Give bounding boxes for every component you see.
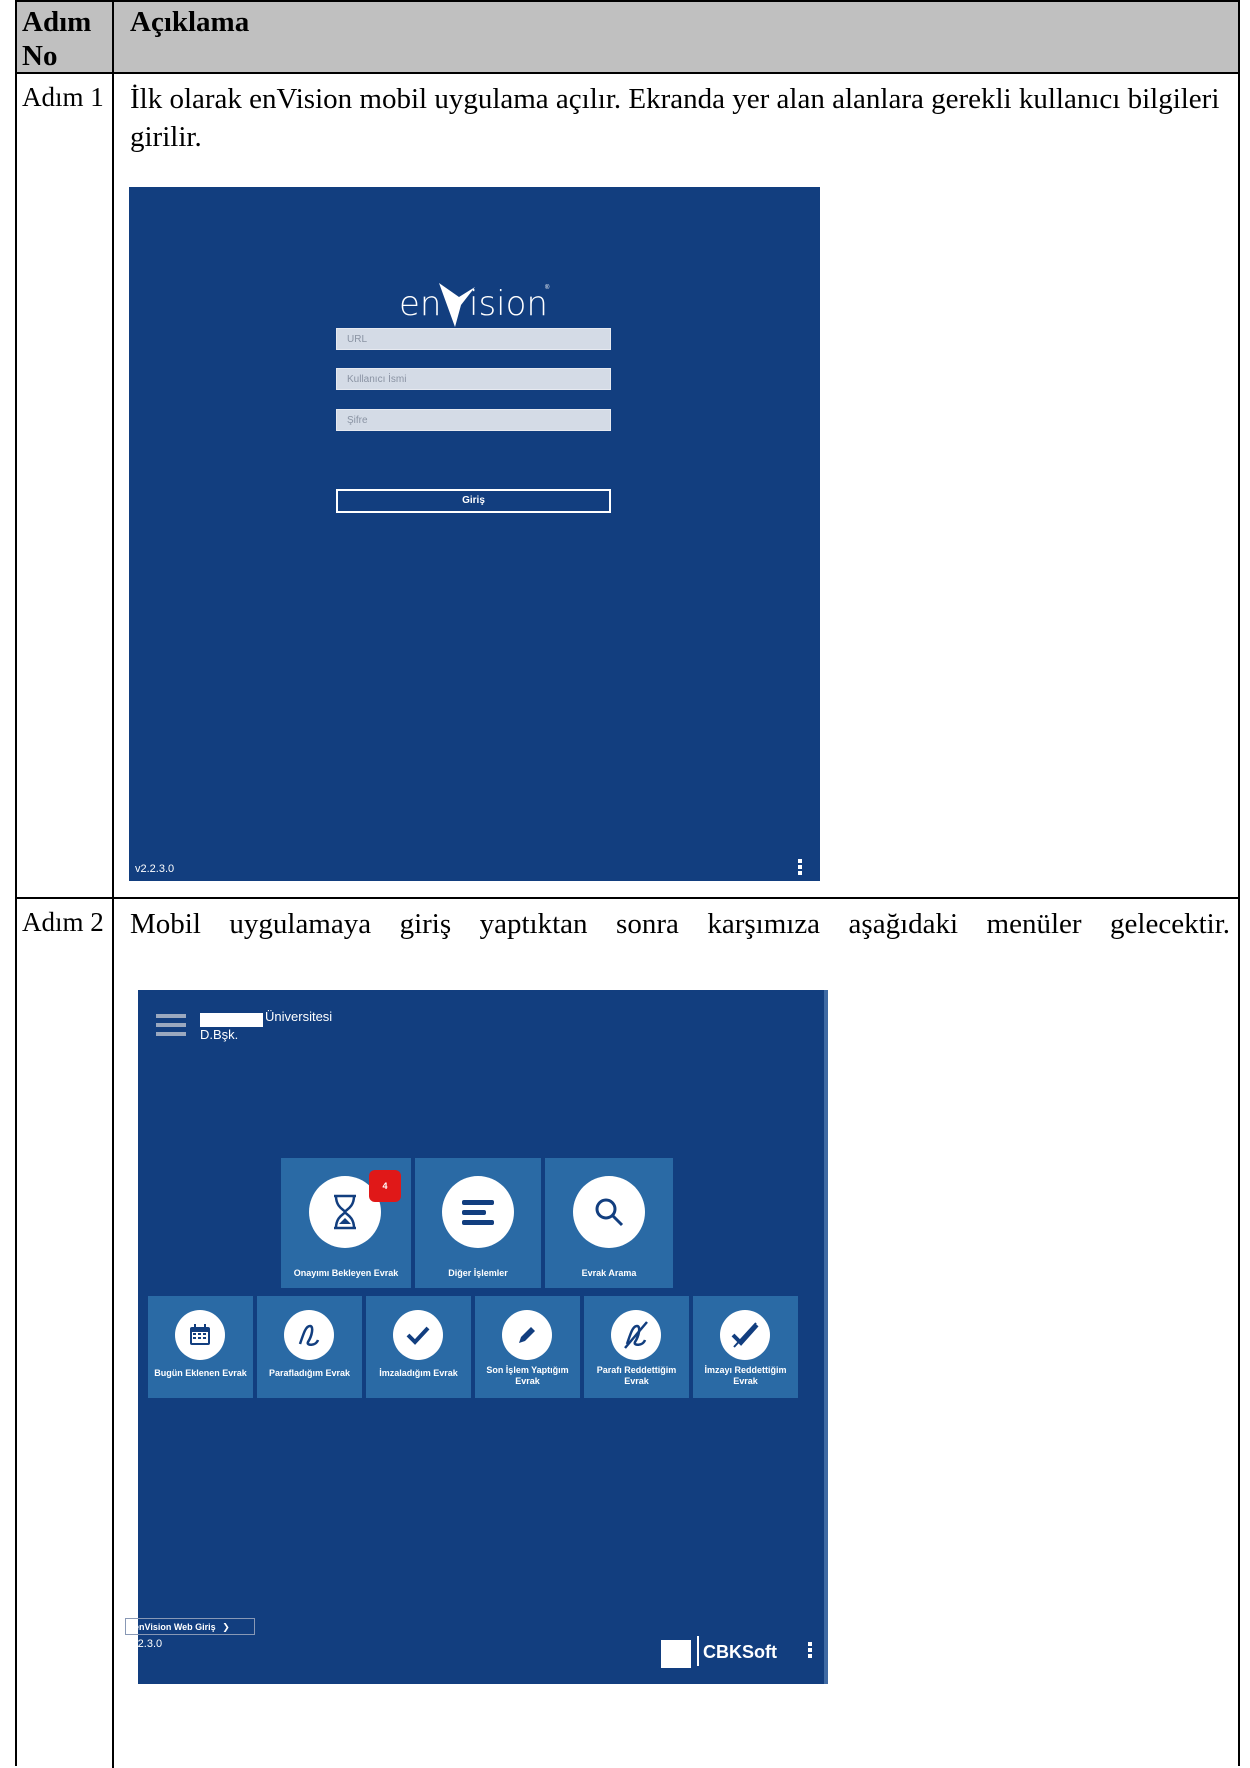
- check-icon: [393, 1310, 443, 1360]
- tile-label: Parafladığım Evrak: [268, 1368, 351, 1378]
- screen-edge: [824, 990, 828, 1684]
- tile-label: Son İşlem Yaptığım Evrak: [486, 1365, 569, 1386]
- version-label: v2.2.3.0: [123, 1638, 163, 1650]
- step-2-label: Adım 2: [22, 907, 104, 937]
- tile-other-operations[interactable]: Diğer İşlemler: [415, 1158, 541, 1288]
- step-2-description: Mobil uygulamaya giriş yaptıktan sonra k…: [130, 908, 1230, 940]
- envision-logo: en ision ®: [399, 283, 550, 327]
- hamburger-menu-icon[interactable]: [156, 1014, 186, 1041]
- svg-text:ision: ision: [469, 284, 548, 324]
- tile-label: Evrak Arama: [581, 1268, 637, 1278]
- tile-last-processed[interactable]: Son İşlem Yaptığım Evrak: [475, 1296, 580, 1398]
- header-description: Açıklama: [130, 6, 250, 38]
- tile-label: İmzayı Reddettiğim Evrak: [704, 1365, 787, 1386]
- web-login-label: enVision Web Giriş: [134, 1622, 216, 1632]
- cbksoft-logo: CBKSoft: [703, 1642, 777, 1662]
- more-menu-icon[interactable]: [808, 1642, 812, 1660]
- chevron-right-icon: ❯: [222, 1622, 230, 1632]
- tile-label: Onayımı Bekleyen Evrak: [293, 1268, 399, 1278]
- password-input[interactable]: Şifre: [336, 409, 611, 431]
- list-icon: [442, 1176, 514, 1248]
- tile-label: Bugün Eklenen Evrak: [154, 1368, 247, 1378]
- search-icon: [573, 1176, 645, 1248]
- step-1-description: İlk olarak enVision mobil uygulama açılı…: [130, 83, 1220, 153]
- check-rejected-icon: [720, 1310, 770, 1360]
- paraf-rejected-icon: [611, 1310, 661, 1360]
- tile-signature-rejected[interactable]: İmzayı Reddettiğim Evrak: [693, 1296, 798, 1398]
- tile-label: Diğer İşlemler: [448, 1268, 508, 1278]
- svg-text:en: en: [399, 284, 441, 324]
- department-name: D.Bşk.: [200, 1027, 239, 1042]
- tile-label: Parafı Reddettiğim Evrak: [596, 1365, 677, 1386]
- calendar-icon: [175, 1310, 225, 1360]
- redacted-block: [200, 1013, 263, 1027]
- tile-label: İmzaladığım Evrak: [379, 1368, 458, 1378]
- home-screenshot: Üniversitesi D.Bşk. 4 Onayımı Bekleyen E…: [123, 990, 828, 1684]
- paraf-icon: [284, 1310, 334, 1360]
- username-input[interactable]: Kullanıcı İsmi: [336, 368, 611, 390]
- login-button[interactable]: Giriş: [336, 489, 611, 513]
- pending-count-badge: 4: [369, 1170, 401, 1202]
- more-menu-icon[interactable]: [798, 859, 802, 877]
- step-1-label: Adım 1: [22, 82, 104, 112]
- tile-paraf-rejected[interactable]: Parafı Reddettiğim Evrak: [584, 1296, 689, 1398]
- pencil-icon: [502, 1310, 552, 1360]
- brand-separator: [697, 1636, 699, 1666]
- version-label: v2.2.3.0: [135, 863, 175, 875]
- redacted-logo-block: [661, 1640, 691, 1668]
- tile-signed[interactable]: İmzaladığım Evrak: [366, 1296, 471, 1398]
- header-divider: [17, 72, 1238, 74]
- svg-text:®: ®: [545, 284, 550, 291]
- tile-paraphed[interactable]: Parafladığım Evrak: [257, 1296, 362, 1398]
- institution-name: Üniversitesi: [265, 1009, 333, 1024]
- row-divider: [17, 897, 1238, 899]
- envision-web-login-button[interactable]: enVision Web Giriş ❯: [125, 1618, 255, 1635]
- column-divider: [112, 2, 114, 1768]
- tile-today-added[interactable]: Bugün Eklenen Evrak: [148, 1296, 253, 1398]
- url-input[interactable]: URL: [336, 328, 611, 350]
- login-screenshot: en ision ® URL Kullanıcı İsmi Şifre Giri…: [129, 187, 820, 881]
- tile-pending-documents[interactable]: 4 Onayımı Bekleyen Evrak: [281, 1158, 411, 1288]
- tile-document-search[interactable]: Evrak Arama: [545, 1158, 673, 1288]
- header-step-no: Adım No: [22, 6, 92, 72]
